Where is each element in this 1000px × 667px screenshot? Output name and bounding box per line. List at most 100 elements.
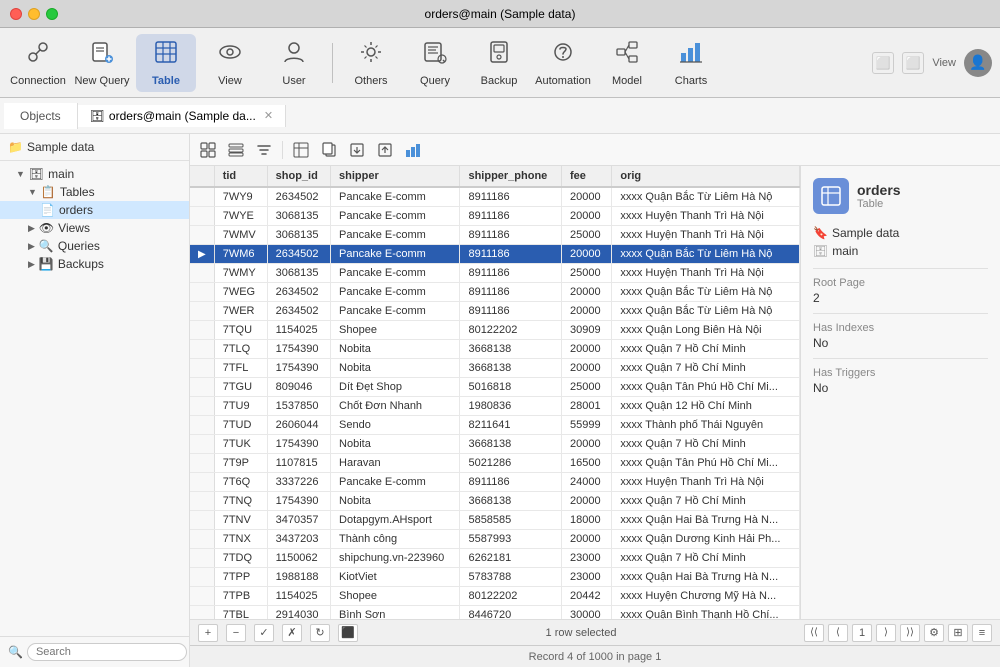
sub-btn-grid[interactable] <box>196 139 220 161</box>
maximize-button[interactable] <box>46 8 58 20</box>
list-view-button[interactable]: ≡ <box>972 624 992 642</box>
sidebar-item-orders[interactable]: 📄 orders <box>0 201 189 219</box>
cell-shipper: Pancake E-comm <box>331 302 460 321</box>
close-button[interactable] <box>10 8 22 20</box>
sub-btn-filter[interactable] <box>252 139 276 161</box>
table-row[interactable]: 7TGU809046Dít Đẹt Shop501681825000xxxx Q… <box>190 378 800 397</box>
cell-orig: xxxx Quận Dương Kinh Hải Ph... <box>612 530 800 549</box>
confirm-button[interactable]: ✓ <box>254 624 274 642</box>
cell-shop_id: 1154025 <box>267 587 330 606</box>
first-page-button[interactable]: ⟨⟨ <box>804 624 824 642</box>
sub-btn-import[interactable] <box>373 139 397 161</box>
toolbar-charts[interactable]: Charts <box>661 34 721 92</box>
prev-page-button[interactable]: ⟨ <box>828 624 848 642</box>
cell-orig: xxxx Quận Bắc Từ Liêm Hà Nộ <box>612 245 800 264</box>
toolbar-connection[interactable]: Connection <box>8 34 68 92</box>
sub-btn-chart[interactable] <box>401 139 425 161</box>
refresh-button[interactable]: ↻ <box>310 624 330 642</box>
cell-shop_id: 1754390 <box>267 359 330 378</box>
table-row[interactable]: 7T6Q3337226Pancake E-comm891118624000xxx… <box>190 473 800 492</box>
table-row[interactable]: 7TNV3470357Dotapgym.AHsport585858518000x… <box>190 511 800 530</box>
cell-shipper: Shopee <box>331 321 460 340</box>
sub-btn-table[interactable] <box>289 139 313 161</box>
sub-btn-export[interactable] <box>345 139 369 161</box>
row-marker <box>190 435 214 454</box>
cell-shipper_phone: 8911186 <box>460 245 562 264</box>
cell-fee: 16500 <box>561 454 611 473</box>
table-row[interactable]: 7TU91537850Chốt Đơn Nhanh198083628001xxx… <box>190 397 800 416</box>
sidebar-item-backups[interactable]: ▶ 💾 Backups <box>0 255 189 273</box>
toolbar-query[interactable]: Query <box>405 34 465 92</box>
remove-row-button[interactable]: − <box>226 624 246 642</box>
cell-shipper: Pancake E-comm <box>331 187 460 207</box>
backups-label: Backups <box>58 257 104 271</box>
table-row[interactable]: 7TPP1988188KiotViet578378823000xxxx Quận… <box>190 568 800 587</box>
minimize-button[interactable] <box>28 8 40 20</box>
add-row-button[interactable]: + <box>198 624 218 642</box>
cell-shipper: Nobita <box>331 435 460 454</box>
table-row[interactable]: 7TQU1154025Shopee8012220230909xxxx Quận … <box>190 321 800 340</box>
next-page-button[interactable]: ⟩ <box>876 624 896 642</box>
table-row[interactable]: 7WEG2634502Pancake E-comm891118620000xxx… <box>190 283 800 302</box>
schema-icon: 🔖 <box>813 226 828 240</box>
has-triggers-label: Has Triggers <box>813 367 988 379</box>
table-row[interactable]: 7TFL1754390Nobita366813820000xxxx Quận 7… <box>190 359 800 378</box>
table-row[interactable]: 7TNX3437203Thành công558799320000xxxx Qu… <box>190 530 800 549</box>
grid-view-button[interactable]: ⊞ <box>948 624 968 642</box>
table-row[interactable]: 7TPB1154025Shopee8012220220442xxxx Huyện… <box>190 587 800 606</box>
cell-shipper: Nobita <box>331 492 460 511</box>
toolbar-automation[interactable]: Automation <box>533 34 593 92</box>
cancel-button[interactable]: ✗ <box>282 624 302 642</box>
sub-separator-1 <box>282 141 283 159</box>
sidebar-item-views[interactable]: ▶ 👁 Views <box>0 219 189 237</box>
cell-shop_id: 2914030 <box>267 606 330 620</box>
toolbar-view[interactable]: View <box>200 34 260 92</box>
row-marker <box>190 492 214 511</box>
row-marker <box>190 606 214 620</box>
cell-shipper_phone: 8911186 <box>460 187 562 207</box>
cell-shop_id: 3337226 <box>267 473 330 492</box>
table-row[interactable]: 7TDQ1150062shipchung.vn-2239606262181230… <box>190 549 800 568</box>
db-tab[interactable]: 🗄 orders@main (Sample da... ✕ <box>78 105 286 127</box>
row-marker <box>190 359 214 378</box>
toolbar-others[interactable]: Others <box>341 34 401 92</box>
toolbar-user[interactable]: User <box>264 34 324 92</box>
stop-button[interactable]: ⬛ <box>338 624 358 642</box>
table-row[interactable]: 7TNQ1754390Nobita366813820000xxxx Quận 7… <box>190 492 800 511</box>
toolbar-new-query[interactable]: New Query <box>72 34 132 92</box>
view-toggle-1[interactable]: ⬜ <box>872 52 894 74</box>
toolbar-backup[interactable]: Backup <box>469 34 529 92</box>
sub-btn-copy[interactable] <box>317 139 341 161</box>
table-row[interactable]: 7TLQ1754390Nobita366813820000xxxx Quận 7… <box>190 340 800 359</box>
view-toggle-2[interactable]: ⬜ <box>902 52 924 74</box>
last-page-button[interactable]: ⟩⟩ <box>900 624 920 642</box>
table-row[interactable]: 7WER2634502Pancake E-comm891118620000xxx… <box>190 302 800 321</box>
table-row[interactable]: 7WMY3068135Pancake E-comm891118625000xxx… <box>190 264 800 283</box>
sidebar-item-main[interactable]: ▼ 🗄 main <box>0 165 189 183</box>
search-input[interactable] <box>27 643 187 661</box>
selected-text: 1 row selected <box>546 627 617 639</box>
db-icon: 🗄 <box>90 109 105 123</box>
db-tab-close[interactable]: ✕ <box>264 109 273 122</box>
schema-section: 🔖 Sample data 🗄 main <box>813 226 988 258</box>
table-row[interactable]: 7WYE3068135Pancake E-comm891118620000xxx… <box>190 207 800 226</box>
table-row[interactable]: 7TUK1754390Nobita366813820000xxxx Quận 7… <box>190 435 800 454</box>
sidebar-item-queries[interactable]: ▶ 🔍 Queries <box>0 237 189 255</box>
model-label: Model <box>612 75 642 87</box>
toolbar-table[interactable]: Table <box>136 34 196 92</box>
table-row[interactable]: 7T9P1107815Haravan502128616500xxxx Quận … <box>190 454 800 473</box>
sidebar-item-tables[interactable]: ▼ 📋 Tables <box>0 183 189 201</box>
toolbar-model[interactable]: Model <box>597 34 657 92</box>
sub-btn-list[interactable] <box>224 139 248 161</box>
table-row[interactable]: 7WY92634502Pancake E-comm891118620000xxx… <box>190 187 800 207</box>
table-row[interactable]: ▶7WM62634502Pancake E-comm891118620000xx… <box>190 245 800 264</box>
cell-shipper_phone: 80122202 <box>460 321 562 340</box>
table-row[interactable]: 7WMV3068135Pancake E-comm891118625000xxx… <box>190 226 800 245</box>
has-indexes-label: Has Indexes <box>813 322 988 334</box>
user-avatar[interactable]: 👤 <box>964 49 992 77</box>
table-row[interactable]: 7TBL2914030Bình Sơn844672030000xxxx Quận… <box>190 606 800 620</box>
page-settings-button[interactable]: ⚙ <box>924 624 944 642</box>
table-row[interactable]: 7TUD2606044Sendo821164155999xxxx Thành p… <box>190 416 800 435</box>
objects-tab[interactable]: Objects <box>4 103 78 129</box>
model-icon <box>614 39 640 71</box>
